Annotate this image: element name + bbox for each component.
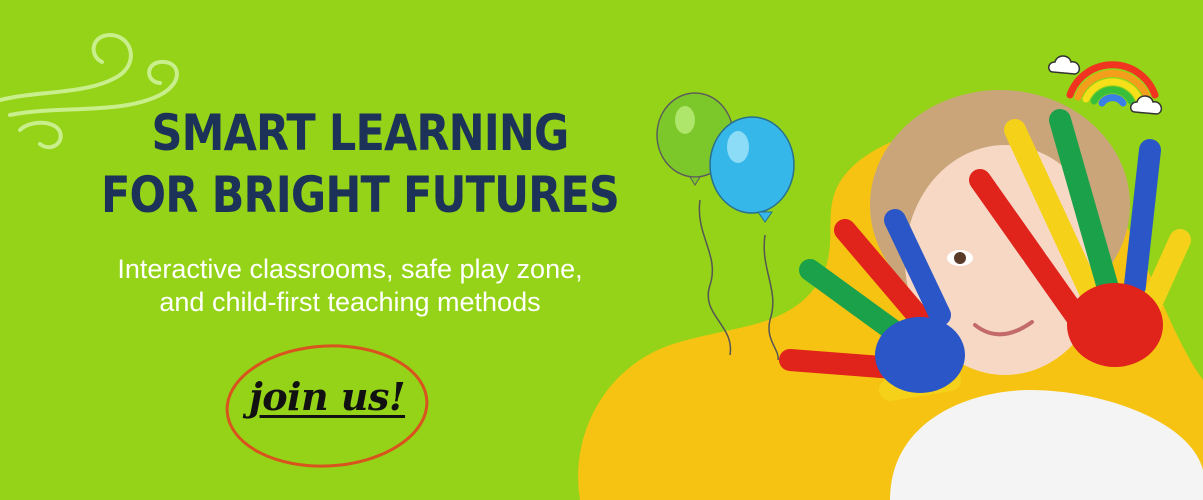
rainbow-icon: [1048, 55, 1163, 115]
join-us-button[interactable]: join us!: [223, 340, 431, 470]
headline: SMART LEARNING FOR BRIGHT FUTURES: [85, 102, 635, 226]
child-painted-hands-photo: [779, 90, 1203, 500]
join-us-label: join us!: [248, 374, 406, 419]
headline-line-2: FOR BRIGHT FUTURES: [101, 166, 620, 224]
hero-banner: SMART LEARNING FOR BRIGHT FUTURES Intera…: [0, 0, 1203, 500]
headline-line-1: SMART LEARNING: [151, 104, 570, 162]
